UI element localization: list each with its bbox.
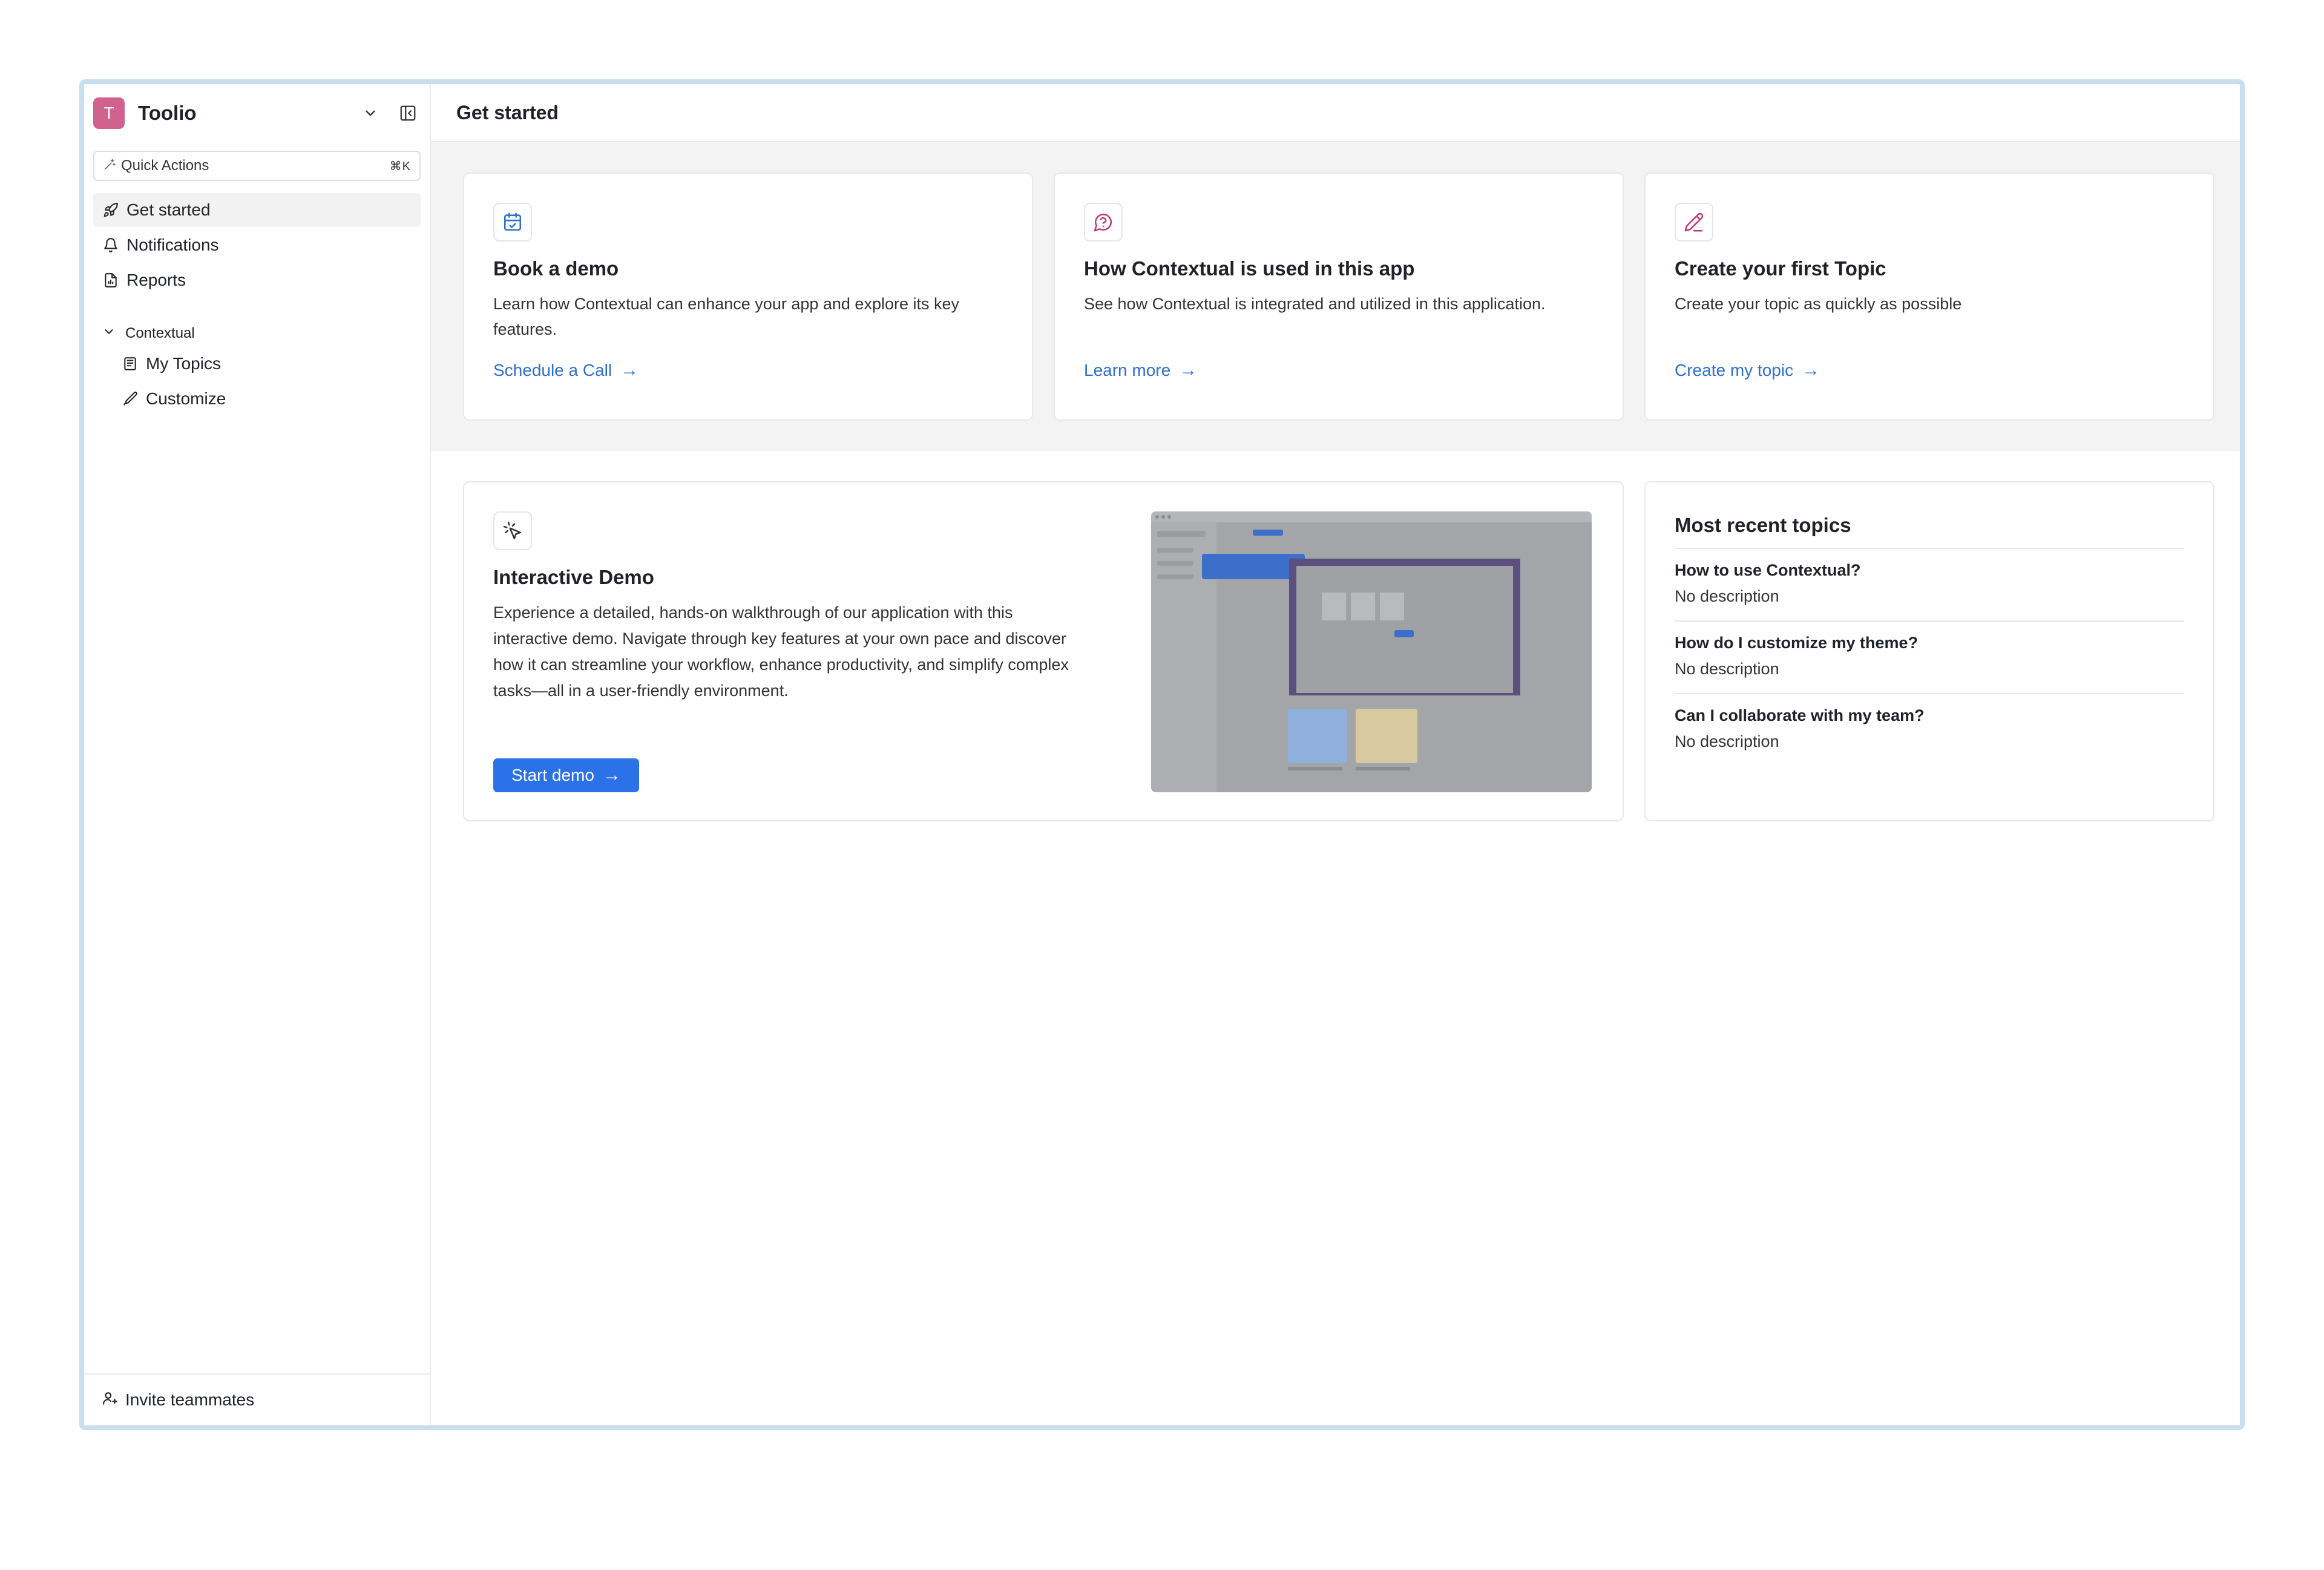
card-how-contextual-used: How Contextual is used in this app See h… <box>1054 172 1624 421</box>
link-label: Schedule a Call <box>493 361 612 379</box>
schedule-call-link[interactable]: Schedule a Call → <box>493 360 638 381</box>
report-icon <box>102 272 119 289</box>
topic-description: No description <box>1675 660 1779 678</box>
lower-section: Interactive Demo Experience a detailed, … <box>431 451 2240 821</box>
calendar-check-icon <box>493 203 532 241</box>
topic-description: No description <box>1675 732 1779 751</box>
demo-preview-illustration <box>1151 511 1592 792</box>
card-book-demo: Book a demo Learn how Contextual can enh… <box>463 172 1033 421</box>
sidebar-item-label: Customize <box>146 389 226 408</box>
top-bar: Get started <box>431 84 2240 142</box>
sidebar-item-get-started[interactable]: Get started <box>93 193 421 227</box>
quick-actions-label: Quick Actions <box>121 157 209 174</box>
chevron-down-icon[interactable] <box>357 100 384 126</box>
arrow-right-icon: → <box>1179 360 1198 380</box>
page-title: Get started <box>456 101 559 123</box>
card-title: Create your first Topic <box>1675 257 1886 280</box>
collapse-sidebar-icon[interactable] <box>395 100 421 126</box>
arrow-right-icon: → <box>602 765 621 785</box>
workspace-avatar[interactable]: T <box>93 97 125 129</box>
sidebar: T Toolio Quick Actions ⌘K Get started No… <box>84 84 431 1425</box>
demo-preview-image[interactable] <box>1151 511 1592 792</box>
topic-title: How to use Contextual? <box>1675 561 1861 579</box>
card-description: Experience a detailed, hands-on walkthro… <box>493 603 1069 700</box>
wand-icon <box>103 158 116 174</box>
sidebar-item-reports[interactable]: Reports <box>93 263 421 297</box>
user-plus-icon <box>102 1390 118 1410</box>
quick-actions-shortcut: ⌘K <box>389 159 411 173</box>
topic-title: How do I customize my theme? <box>1675 634 1919 652</box>
workspace-name[interactable]: Toolio <box>138 102 197 125</box>
topic-title: Can I collaborate with my team? <box>1675 706 1925 724</box>
quick-actions-button[interactable]: Quick Actions ⌘K <box>93 151 421 181</box>
rocket-icon <box>102 202 119 218</box>
sidebar-item-label: My Topics <box>146 354 221 373</box>
invite-teammates-button[interactable]: Invite teammates <box>84 1373 430 1425</box>
invite-teammates-label: Invite teammates <box>125 1390 255 1409</box>
card-title: Most recent topics <box>1675 514 1851 536</box>
sidebar-section-contextual[interactable]: Contextual <box>93 321 421 346</box>
list-item[interactable]: How do I customize my theme? No descript… <box>1675 620 2184 693</box>
pencil-icon <box>1675 203 1713 241</box>
sidebar-item-label: Notifications <box>126 235 219 254</box>
start-demo-button[interactable]: Start demo → <box>493 758 639 792</box>
sidebar-section-label: Contextual <box>125 325 195 341</box>
topic-description: No description <box>1675 587 1779 605</box>
topics-icon <box>122 355 139 372</box>
getting-started-cards: Book a demo Learn how Contextual can enh… <box>431 142 2240 451</box>
sidebar-item-label: Reports <box>126 271 186 289</box>
card-title: How Contextual is used in this app <box>1084 257 1415 280</box>
link-label: Learn more <box>1084 361 1171 379</box>
card-description: See how Contextual is integrated and uti… <box>1084 295 1546 313</box>
brush-icon <box>122 390 139 407</box>
create-topic-link[interactable]: Create my topic → <box>1675 360 1820 381</box>
sidebar-item-label: Get started <box>126 200 211 219</box>
sidebar-item-my-topics[interactable]: My Topics <box>93 347 421 381</box>
sidebar-nav: Get started Notifications Reports Contex… <box>84 192 430 417</box>
card-title: Book a demo <box>493 257 619 280</box>
arrow-right-icon: → <box>1802 360 1820 380</box>
card-recent-topics: Most recent topics How to use Contextual… <box>1644 481 2214 821</box>
link-label: Create my topic <box>1675 361 1794 379</box>
main-content: Get started Book a demo Learn how Contex… <box>431 84 2240 1425</box>
button-label: Start demo <box>511 766 594 784</box>
arrow-right-icon: → <box>620 360 639 380</box>
card-description: Learn how Contextual can enhance your ap… <box>493 295 960 338</box>
list-item[interactable]: Can I collaborate with my team? No descr… <box>1675 693 2184 766</box>
pointer-click-icon <box>493 511 532 550</box>
card-title: Interactive Demo <box>493 566 654 588</box>
app-window: T Toolio Quick Actions ⌘K Get started No… <box>79 79 2245 1430</box>
card-interactive-demo: Interactive Demo Experience a detailed, … <box>463 481 1624 821</box>
workspace-header: T Toolio <box>84 84 430 142</box>
learn-more-link[interactable]: Learn more → <box>1084 360 1197 381</box>
chevron-down-icon <box>102 325 116 343</box>
card-description: Create your topic as quickly as possible <box>1675 295 1962 313</box>
sidebar-item-notifications[interactable]: Notifications <box>93 228 421 262</box>
message-question-icon <box>1084 203 1123 241</box>
list-item[interactable]: How to use Contextual? No description <box>1675 548 2184 620</box>
sidebar-item-customize[interactable]: Customize <box>93 382 421 416</box>
card-create-topic: Create your first Topic Create your topi… <box>1644 172 2214 421</box>
bell-icon <box>102 237 119 254</box>
